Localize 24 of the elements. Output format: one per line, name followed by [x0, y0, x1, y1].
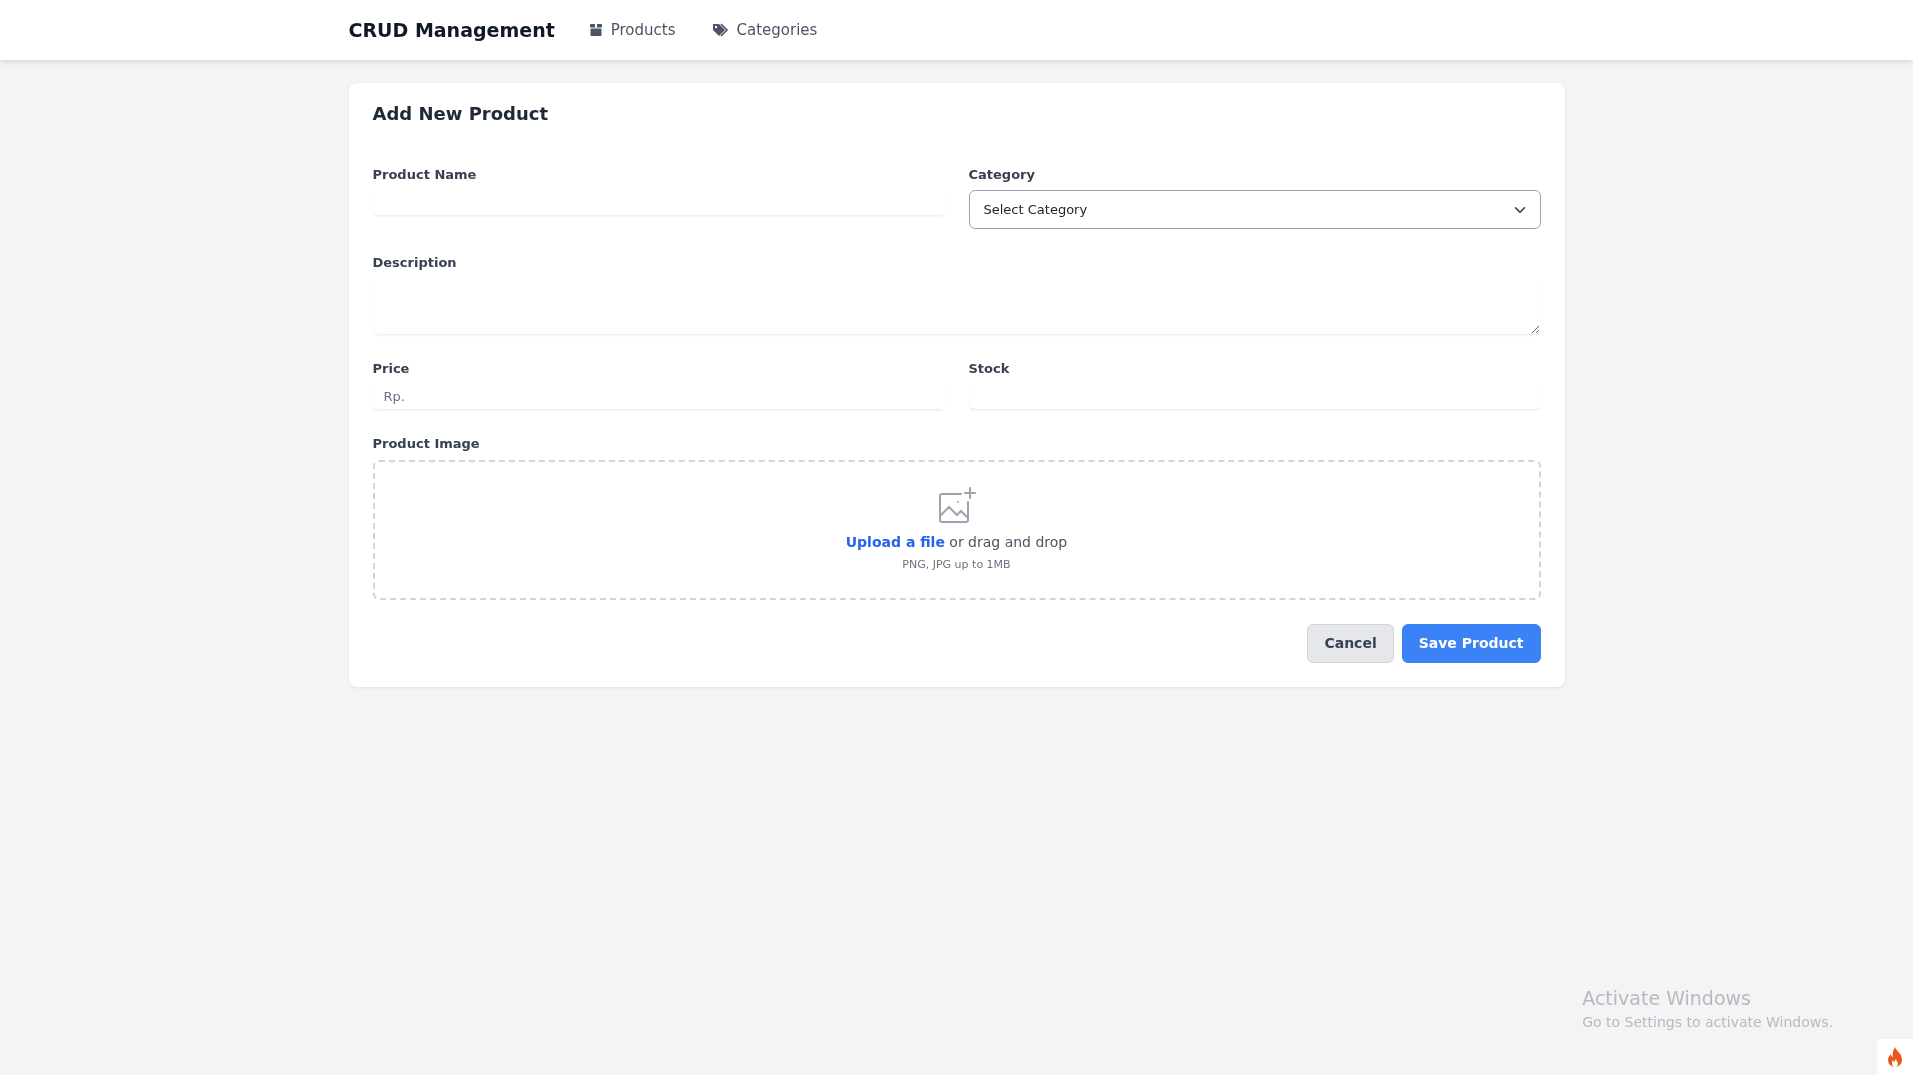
image-add-icon	[936, 485, 977, 524]
field-label: Stock	[968, 359, 1011, 378]
tag-icon	[711, 23, 729, 37]
file-drop-zone[interactable]: Upload a file or drag and drop PNG, JPG up to 1MB	[372, 459, 1541, 600]
field-label: Product Name	[372, 165, 478, 184]
file-hint: PNG, JPG up to 1MB	[902, 556, 1011, 573]
flame-icon	[1877, 1039, 1913, 1075]
field-label: Category	[968, 165, 1036, 184]
box-icon	[588, 23, 603, 37]
field-label: Product Image	[372, 435, 481, 454]
price-field[interactable]: Rp.	[372, 384, 945, 411]
upload-instructions: Upload a file or drag and drop	[845, 532, 1068, 552]
save-button[interactable]: Save Product	[1401, 623, 1541, 663]
field-label: Price	[372, 359, 411, 378]
app-brand[interactable]: CRUD Management	[348, 15, 555, 45]
upload-link[interactable]: Upload a file	[845, 533, 945, 550]
cancel-button[interactable]: Cancel	[1307, 623, 1394, 663]
category-select[interactable]: Select Category	[968, 190, 1541, 230]
nav-link[interactable]: Categories	[705, 14, 824, 46]
form-title: Add New Product	[372, 103, 550, 125]
nav-link[interactable]: Products	[582, 14, 682, 46]
field-label: Description	[372, 254, 458, 273]
activation-text: Go to Settings to activate Windows.	[1582, 1013, 1833, 1032]
activation-title: Activate Windows	[1582, 985, 1752, 1011]
